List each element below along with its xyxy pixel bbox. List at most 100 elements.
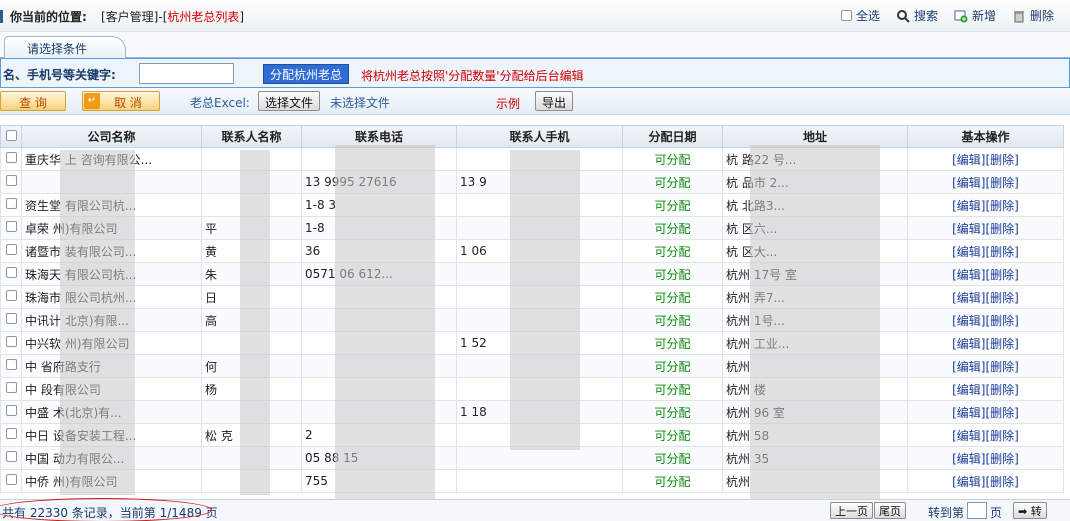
assign-hangzhou-button[interactable]: 分配杭州老总 <box>263 64 350 84</box>
export-button[interactable]: 导出 <box>535 91 574 111</box>
row-checkbox-cell[interactable] <box>0 469 22 493</box>
operations-cell: [编辑][删除] <box>907 331 1064 355</box>
edit-link[interactable]: [编辑] <box>952 291 985 305</box>
delete-button[interactable]: 删除 <box>1012 7 1054 24</box>
row-checkbox-cell[interactable] <box>0 262 22 286</box>
delete-link[interactable]: [删除] <box>986 475 1019 489</box>
edit-link[interactable]: [编辑] <box>952 199 985 213</box>
row-checkbox-cell[interactable] <box>0 239 22 263</box>
row-checkbox[interactable] <box>5 451 17 462</box>
table-row: 中侨 州)有限公司755可分配杭州[编辑][删除] <box>0 469 1064 493</box>
add-button[interactable]: 新增 <box>954 7 996 24</box>
operations-cell: [编辑][删除] <box>907 423 1064 447</box>
row-checkbox-cell[interactable] <box>0 285 22 309</box>
edit-link[interactable]: [编辑] <box>952 268 985 282</box>
keyword-input[interactable] <box>139 63 234 84</box>
row-checkbox[interactable] <box>5 290 17 301</box>
row-checkbox[interactable] <box>5 244 17 255</box>
select-all-checkbox[interactable] <box>840 10 852 21</box>
mobile-cell <box>456 469 623 493</box>
column-header: 公司名称 <box>21 125 202 148</box>
delete-link[interactable]: [删除] <box>986 452 1019 466</box>
redaction-blur <box>240 150 270 495</box>
delete-link[interactable]: [删除] <box>986 429 1019 443</box>
row-checkbox[interactable] <box>5 405 17 416</box>
breadcrumb-prefix: [客户管理]-[ <box>101 10 168 24</box>
choose-file-button[interactable]: 选择文件 <box>258 91 321 111</box>
add-label: 新增 <box>971 9 996 23</box>
delete-link[interactable]: [删除] <box>986 199 1019 213</box>
edit-link[interactable]: [编辑] <box>952 153 985 167</box>
row-checkbox[interactable] <box>5 336 17 347</box>
delete-link[interactable]: [删除] <box>986 153 1019 167</box>
edit-link[interactable]: [编辑] <box>952 222 985 236</box>
row-checkbox-cell[interactable] <box>0 377 22 401</box>
delete-link[interactable]: [删除] <box>986 291 1019 305</box>
page-unit-label: 页 <box>990 506 1003 520</box>
row-checkbox-cell[interactable] <box>0 331 22 355</box>
row-checkbox-cell[interactable] <box>0 216 22 240</box>
row-checkbox[interactable] <box>5 267 17 278</box>
goto-page-input[interactable] <box>967 502 987 519</box>
row-checkbox[interactable] <box>5 359 17 370</box>
delete-link[interactable]: [删除] <box>986 360 1019 374</box>
delete-link[interactable]: [删除] <box>986 245 1019 259</box>
delete-link[interactable]: [删除] <box>986 176 1019 190</box>
query-button[interactable]: 查 询 <box>0 91 66 111</box>
assign-status-cell: 可分配 <box>622 170 723 194</box>
edit-link[interactable]: [编辑] <box>952 360 985 374</box>
cancel-button[interactable]: ↵ 取 消 <box>82 91 160 111</box>
example-link[interactable]: 示例 <box>496 95 520 112</box>
cancel-label: 取 消 <box>114 96 142 110</box>
header-checkbox[interactable] <box>5 129 17 141</box>
row-checkbox-cell[interactable] <box>0 354 22 378</box>
row-checkbox[interactable] <box>5 428 17 439</box>
row-checkbox[interactable] <box>5 152 17 163</box>
row-checkbox-cell[interactable] <box>0 446 22 470</box>
edit-link[interactable]: [编辑] <box>952 406 985 420</box>
search-button[interactable]: 搜索 <box>896 7 938 24</box>
delete-link[interactable]: [删除] <box>986 406 1019 420</box>
operations-cell: [编辑][删除] <box>907 262 1064 286</box>
delete-link[interactable]: [删除] <box>986 314 1019 328</box>
edit-link[interactable]: [编辑] <box>952 429 985 443</box>
row-checkbox-cell[interactable] <box>0 193 22 217</box>
row-checkbox-cell[interactable] <box>0 423 22 447</box>
delete-link[interactable]: [删除] <box>986 337 1019 351</box>
row-checkbox[interactable] <box>5 198 17 209</box>
row-checkbox[interactable] <box>5 313 17 324</box>
delete-link[interactable]: [删除] <box>986 383 1019 397</box>
edit-link[interactable]: [编辑] <box>952 383 985 397</box>
breadcrumb-current[interactable]: 杭州老总列表 <box>167 10 239 24</box>
redaction-blur <box>335 145 435 500</box>
prev-page-button[interactable]: 上一页 <box>830 502 873 519</box>
edit-link[interactable]: [编辑] <box>952 452 985 466</box>
column-header: 联系人名称 <box>201 125 302 148</box>
toolbar: 全选 搜索 新增 删除 <box>840 7 1054 24</box>
assign-status-cell: 可分配 <box>622 147 723 171</box>
assign-status-cell: 可分配 <box>622 285 723 309</box>
select-all-toggle[interactable]: 全选 <box>840 7 880 24</box>
tab-conditions[interactable]: 请选择条件 <box>4 36 126 59</box>
edit-link[interactable]: [编辑] <box>952 475 985 489</box>
header-checkbox-cell[interactable] <box>0 125 22 148</box>
column-header: 联系人手机 <box>456 125 623 148</box>
assign-note: 将杭州老总按照'分配数量'分配给后台编辑 <box>361 69 584 83</box>
row-checkbox[interactable] <box>5 175 17 186</box>
row-checkbox-cell[interactable] <box>0 147 22 171</box>
edit-link[interactable]: [编辑] <box>952 245 985 259</box>
trash-icon <box>1013 10 1024 22</box>
row-checkbox-cell[interactable] <box>0 400 22 424</box>
row-checkbox[interactable] <box>5 474 17 485</box>
edit-link[interactable]: [编辑] <box>952 314 985 328</box>
row-checkbox[interactable] <box>5 382 17 393</box>
last-page-button[interactable]: 尾页 <box>874 502 906 519</box>
edit-link[interactable]: [编辑] <box>952 337 985 351</box>
delete-link[interactable]: [删除] <box>986 222 1019 236</box>
delete-link[interactable]: [删除] <box>986 268 1019 282</box>
edit-link[interactable]: [编辑] <box>952 176 985 190</box>
go-button[interactable]: ➡ 转 <box>1013 502 1047 519</box>
row-checkbox[interactable] <box>5 221 17 232</box>
row-checkbox-cell[interactable] <box>0 170 22 194</box>
row-checkbox-cell[interactable] <box>0 308 22 332</box>
